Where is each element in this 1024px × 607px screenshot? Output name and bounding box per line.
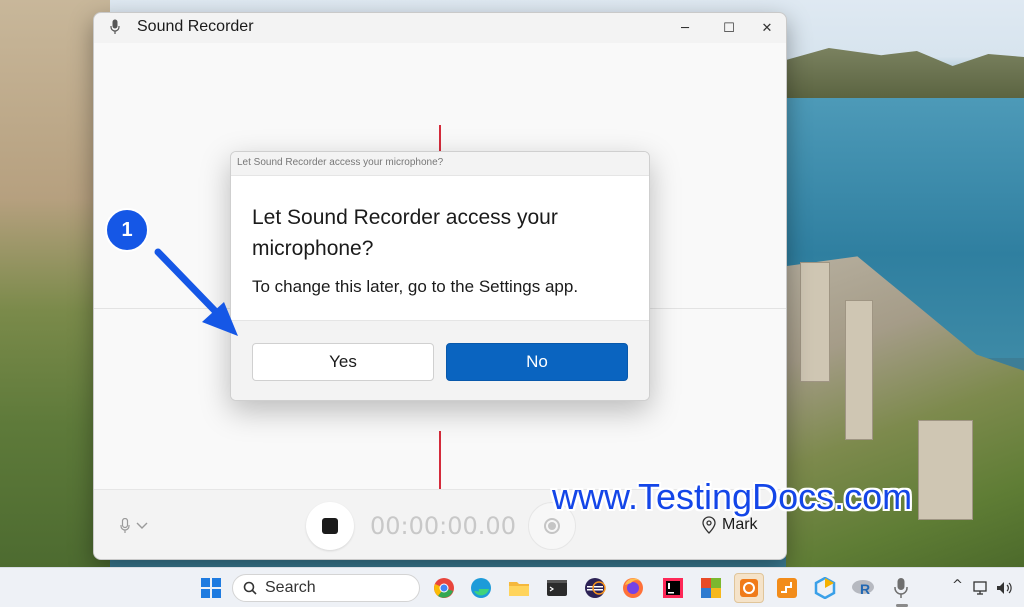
close-button[interactable]: ✕ [744, 13, 786, 43]
file-explorer-icon[interactable] [506, 575, 532, 601]
taskbar: Search R ^ [0, 567, 1024, 607]
mark-button[interactable]: Mark [702, 516, 758, 534]
stop-icon [322, 518, 338, 534]
intellij-icon[interactable] [660, 575, 686, 601]
eclipse-icon[interactable] [582, 575, 608, 601]
volume-icon[interactable] [994, 575, 1016, 601]
svg-text:R: R [860, 581, 870, 597]
title-bar[interactable]: Sound Recorder ─ ☐ ✕ [94, 13, 786, 43]
dialog-description: To change this later, go to the Settings… [252, 277, 579, 296]
search-label: Search [265, 579, 316, 596]
dialog-caption: Let Sound Recorder access your microphon… [231, 152, 649, 176]
windows-logo-icon [201, 578, 221, 598]
chrome-icon[interactable] [431, 575, 457, 601]
terminal-icon[interactable] [544, 575, 570, 601]
step-badge: 1 [105, 208, 149, 252]
network-icon[interactable] [972, 575, 990, 601]
annotation-arrow-icon [154, 248, 238, 336]
background-headland [786, 48, 1024, 102]
microphone-selector[interactable] [120, 518, 148, 534]
playhead-line [439, 431, 441, 493]
show-hidden-icons-button[interactable]: ^ [952, 578, 963, 593]
dialog-heading: Let Sound Recorder access your microphon… [252, 206, 558, 260]
r-icon[interactable]: R [850, 575, 876, 601]
edge-icon[interactable] [468, 575, 494, 601]
firefox-icon[interactable] [620, 575, 646, 601]
chevron-down-icon [136, 522, 148, 529]
app-hex-icon[interactable] [812, 575, 838, 601]
search-icon [243, 581, 257, 595]
microphone-permission-dialog: Let Sound Recorder access your microphon… [230, 151, 650, 401]
app-orange2-icon[interactable] [774, 575, 800, 601]
no-button[interactable]: No [446, 343, 628, 381]
sound-recorder-taskbar-icon[interactable] [888, 575, 914, 601]
window-title: Sound Recorder [137, 18, 254, 35]
background-pillar [918, 420, 973, 520]
taskbar-search[interactable]: Search [232, 574, 420, 602]
yes-button[interactable]: Yes [252, 343, 434, 381]
minimize-button[interactable]: ─ [662, 13, 708, 43]
watermark: www.TestingDocs.com [552, 476, 913, 517]
stop-button[interactable] [306, 502, 354, 550]
microphone-icon [120, 518, 130, 533]
start-button[interactable] [198, 575, 224, 601]
mark-label: Mark [722, 516, 758, 533]
elapsed-time: 00:00:00.00 [370, 512, 516, 540]
record-icon [544, 518, 560, 534]
office-icon[interactable] [698, 575, 724, 601]
background-pillar [845, 300, 873, 440]
microphone-app-icon [110, 19, 120, 34]
dialog-footer: Yes No [231, 320, 649, 400]
app-orange-icon[interactable] [734, 573, 764, 603]
location-pin-icon [702, 516, 716, 534]
background-pillar [800, 262, 830, 382]
